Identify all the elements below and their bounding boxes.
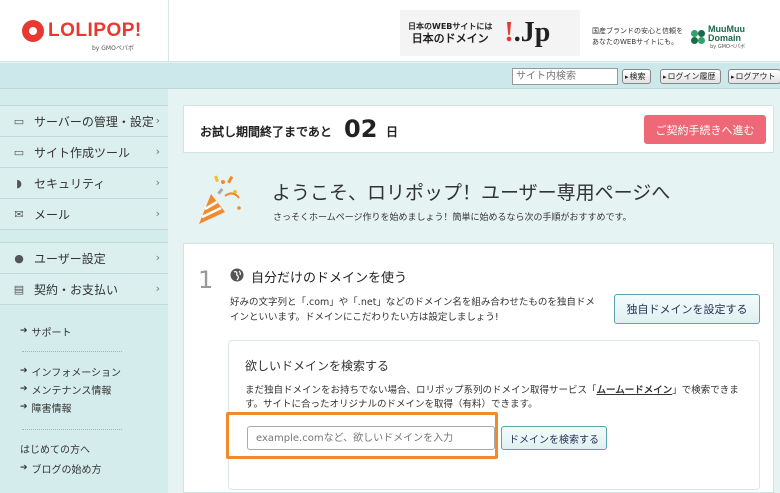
sidebar-menu-main: ▭ サーバーの管理・設定 › ▭ サイト作成ツール › ◗ セキュリティ › ✉…	[0, 105, 168, 230]
domain-search-button[interactable]: ドメインを検索する	[501, 426, 607, 450]
step-number: 1	[198, 266, 214, 294]
arrow-right-icon: ➔	[20, 402, 28, 412]
muumuu-logo-icon	[691, 30, 705, 44]
triangle-right-icon: ▸	[663, 73, 667, 81]
sidebar-beginner-heading[interactable]: はじめての方へ	[0, 443, 168, 459]
chevron-right-icon: ›	[155, 114, 160, 127]
triangle-right-icon: ▸	[731, 73, 735, 81]
arrow-right-icon: ➔	[20, 326, 28, 336]
arrow-right-icon: ➔	[20, 366, 28, 376]
logo-text: LOLIPOP!	[48, 20, 142, 41]
arrow-right-icon: ➔	[20, 384, 28, 394]
mail-icon: ✉	[14, 207, 24, 221]
sidebar-item-user-settings[interactable]: ● ユーザー設定 ›	[0, 243, 168, 274]
muumuu-domain-link[interactable]: ムームードメイン	[597, 385, 673, 396]
domain-search-description: まだ独自ドメインをお持ちでない場合、ロリポップ系列のドメイン取得サービス「ムーム…	[245, 385, 739, 410]
trial-period-box: お試し期間終了まであと 02 日 ご契約手続きへ進む	[183, 105, 774, 153]
trial-period-text: お試し期間終了まであと	[200, 125, 332, 139]
jp-domain-banner[interactable]: 日本のWEBサイトには 日本のドメイン !.Jp	[400, 10, 580, 56]
step-title: 自分だけのドメインを使う	[251, 271, 408, 286]
laptop-icon: ▭	[13, 145, 25, 159]
logo-sub: by GMOペパボ	[92, 45, 134, 52]
header-divider	[168, 0, 169, 62]
sidebar-link-blog-guide[interactable]: ➔ ブログの始め方	[0, 459, 168, 477]
jp-logo: !.Jp	[504, 17, 551, 48]
muumuu-banner-line1: 国産ブランドの安心と信頼を	[592, 27, 683, 35]
arrow-right-icon: ➔	[20, 463, 28, 473]
chevron-right-icon: ›	[155, 207, 160, 220]
chevron-right-icon: ›	[155, 176, 160, 189]
jp-banner-line2: 日本のドメイン	[411, 32, 489, 45]
sidebar-link-support[interactable]: ➔ サポート	[0, 322, 168, 340]
muumuu-logo-line2: Domain	[708, 32, 742, 43]
sidebar-link-outage[interactable]: ➔ 障害情報	[0, 398, 168, 416]
step-card-domain: 1 自分だけのドメインを使う 好みの文字列と「.com」や「.net」などのドメ…	[183, 243, 774, 493]
shield-icon: ◗	[16, 176, 22, 190]
site-search-input[interactable]	[512, 68, 618, 85]
muumuu-banner[interactable]: 国産ブランドの安心と信頼を あなたのWEBサイトにも。 MuuMuu Domai…	[592, 20, 774, 54]
sidebar-item-site-tools[interactable]: ▭ サイト作成ツール ›	[0, 137, 168, 168]
header: LOLIPOP! by GMOペパボ 日本のWEBサイトには 日本のドメイン !…	[0, 0, 780, 62]
sidebar-link-information[interactable]: ➔ インフォメーション	[0, 362, 168, 380]
welcome-subtitle: さっそくホームページ作りを始めましょう！簡単に始めるなら次の手順がおすすめです。	[273, 213, 632, 223]
site-search-button[interactable]: ▸検索	[622, 69, 651, 84]
utility-bar: ▸検索 ▸ログイン履歴 ▸ログアウト	[0, 63, 780, 89]
card-icon: ▤	[13, 282, 25, 296]
sidebar-separator	[22, 429, 122, 430]
login-history-button[interactable]: ▸ログイン履歴	[660, 69, 721, 84]
triangle-right-icon: ▸	[625, 73, 629, 81]
sidebar-links-info: ➔ インフォメーション ➔ メンテナンス情報 ➔ 障害情報	[0, 362, 168, 416]
domain-search-input[interactable]	[247, 426, 495, 450]
sidebar-item-server[interactable]: ▭ サーバーの管理・設定 ›	[0, 106, 168, 137]
sidebar-item-mail[interactable]: ✉ メール ›	[0, 199, 168, 230]
contract-button[interactable]: ご契約手続きへ進む	[644, 115, 766, 144]
sidebar-links-support: ➔ サポート	[0, 322, 168, 340]
muumuu-banner-line2: あなたのWEBサイトにも。	[592, 38, 679, 46]
sidebar-menu-account: ● ユーザー設定 › ▤ 契約・お支払い ›	[0, 242, 168, 305]
chevron-right-icon: ›	[155, 282, 160, 295]
lolipop-logo[interactable]: LOLIPOP! by GMOペパボ	[0, 0, 168, 62]
sidebar-item-contract[interactable]: ▤ 契約・お支払い ›	[0, 274, 168, 305]
muumuu-logo: MuuMuu Domain by GMOペパボ	[691, 24, 745, 50]
server-icon: ▭	[13, 114, 25, 128]
set-domain-button[interactable]: 独自ドメインを設定する	[614, 294, 760, 324]
chevron-right-icon: ›	[155, 145, 160, 158]
lolipop-logo-icon	[22, 20, 44, 42]
party-popper-icon	[199, 175, 241, 224]
chevron-right-icon: ›	[155, 251, 160, 264]
domain-search-title: 欲しいドメインを検索する	[245, 359, 390, 373]
user-icon: ●	[14, 251, 24, 265]
logout-button[interactable]: ▸ログアウト	[728, 69, 780, 84]
welcome-title: ようこそ、ロリポップ！ユーザー専用ページへ	[272, 182, 671, 204]
sidebar: ▭ サーバーの管理・設定 › ▭ サイト作成ツール › ◗ セキュリティ › ✉…	[0, 89, 168, 493]
sidebar-link-maintenance[interactable]: ➔ メンテナンス情報	[0, 380, 168, 398]
trial-days-remaining: 02	[344, 115, 378, 143]
jp-logo-text: .Jp	[513, 17, 551, 48]
sidebar-item-security[interactable]: ◗ セキュリティ ›	[0, 168, 168, 199]
domain-search-panel: 欲しいドメインを検索する まだ独自ドメインをお持ちでない場合、ロリポップ系列のド…	[228, 340, 760, 490]
muumuu-logo-sub: by GMOペパボ	[710, 43, 745, 50]
trial-days-unit: 日	[386, 125, 399, 139]
globe-icon	[230, 268, 244, 282]
sidebar-links-beginner: はじめての方へ ➔ ブログの始め方	[0, 443, 168, 477]
step-description: 好みの文字列と「.com」や「.net」などのドメイン名を組み合わせたものを独自…	[230, 297, 595, 323]
sidebar-separator	[22, 351, 122, 352]
